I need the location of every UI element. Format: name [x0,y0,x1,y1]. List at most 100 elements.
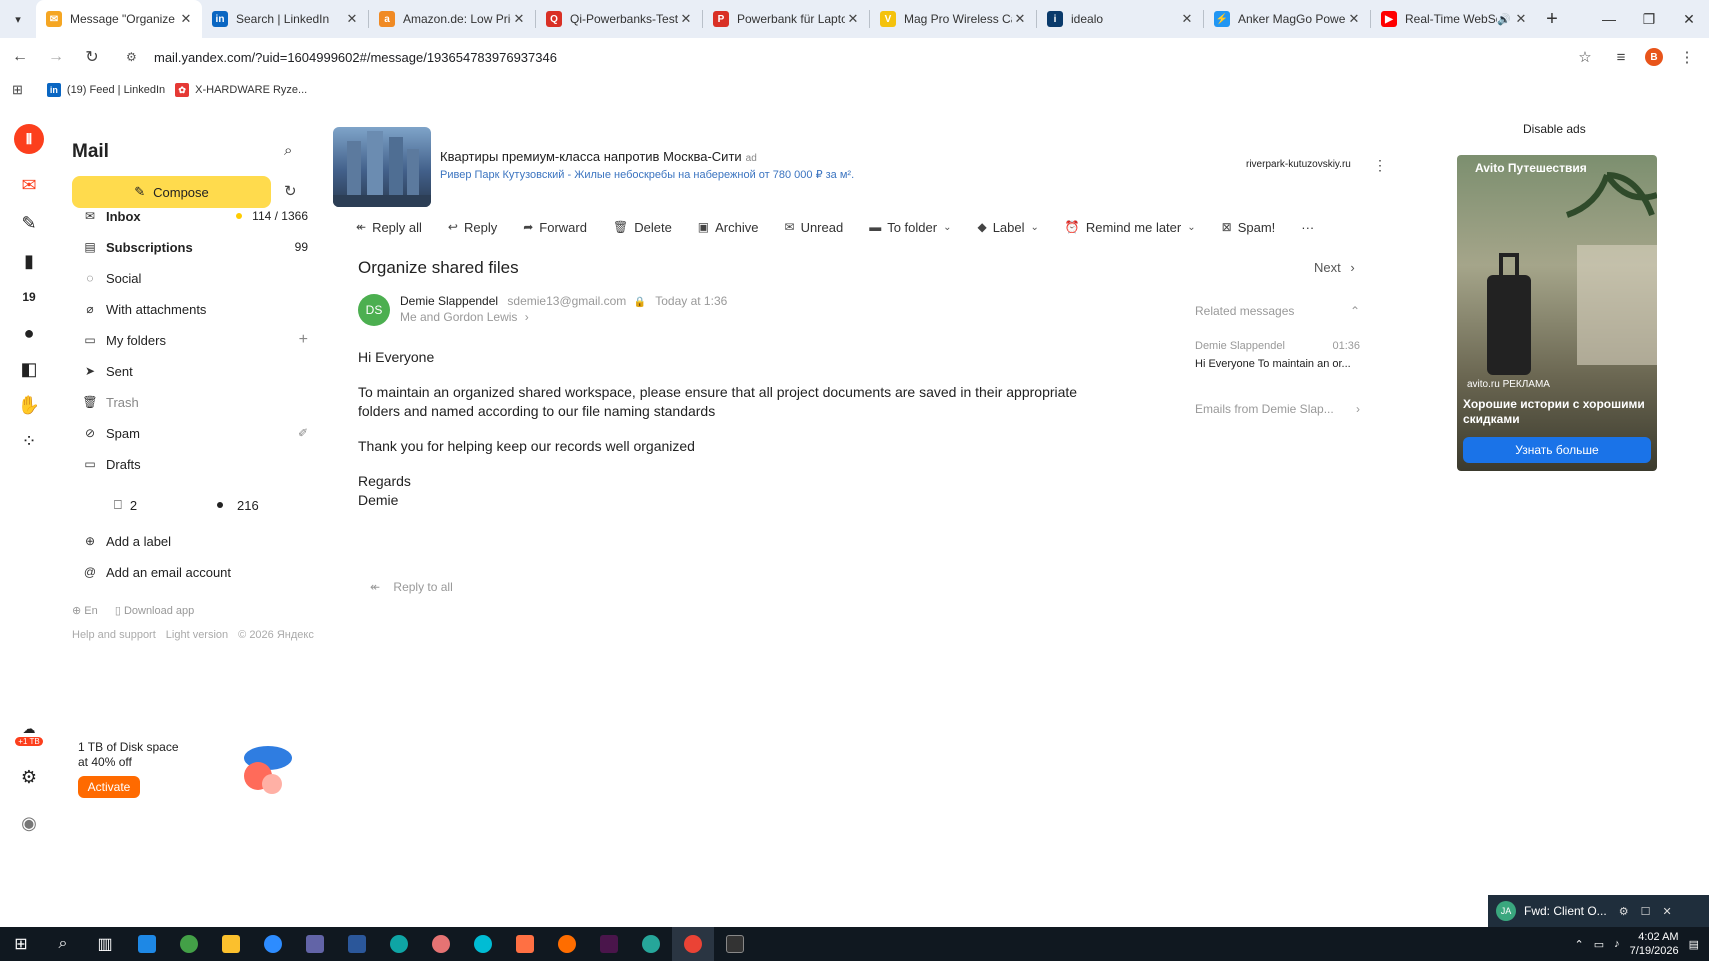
ad-more-icon[interactable]: ⋮ [1373,157,1387,174]
firefox-icon[interactable] [546,927,588,961]
address-bar[interactable]: ⚙ mail.yandex.com/?uid=1604999602#/messa… [116,41,1556,73]
bookmark-item[interactable]: in (19) Feed | LinkedIn [46,83,165,97]
top-ad-banner[interactable]: Квартиры премиум-класса напротив Москва-… [333,127,1387,207]
action-spam-button[interactable]: ⊠ Spam! [1222,220,1276,235]
browser-tab[interactable]: V Mag Pro Wireless Ca ✕ [870,0,1036,38]
next-message-link[interactable]: Next › [1314,260,1355,275]
network-icon[interactable]: ▭ [1594,938,1604,951]
disk-icon[interactable]: ▮ [14,246,44,276]
browser-tab[interactable]: ⚡ Anker MagGo Powerb ✕ [1204,0,1370,38]
quick-reply-all[interactable]: ↞ Reply to all [370,580,453,594]
action-forward-button[interactable]: ➦ Forward [523,220,587,235]
sender-avatar[interactable]: DS [358,294,390,326]
task-view-icon[interactable]: ▥ [84,927,126,961]
tab-close-icon[interactable]: ✕ [1179,11,1195,27]
tray-chevron-icon[interactable]: ⌃ [1575,938,1584,951]
new-tab-button[interactable]: + [1537,8,1567,31]
action-reply-all-button[interactable]: ↞ Reply all [356,220,422,235]
file-explorer-icon[interactable] [210,927,252,961]
close-window-icon[interactable]: ✕ [1669,0,1709,38]
menu-icon[interactable]: ⋮ [1675,41,1699,73]
volume-icon[interactable]: ♪ [1614,938,1620,950]
folder-drafts[interactable]: ▭ Drafts [82,451,308,477]
mail-title[interactable]: Mail [72,141,109,163]
notes-icon[interactable]: ◧ [14,354,44,384]
tab-close-icon[interactable]: ✕ [178,11,194,27]
bookmark-label-icon[interactable]: ⎕ [114,497,122,513]
folder-social[interactable]: ◌ Social [82,265,308,291]
tab-close-icon[interactable]: ✕ [1346,11,1362,27]
chat-settings-icon[interactable]: ⚙ [1619,905,1629,918]
chat-popup[interactable]: JA Fwd: Client O... ⚙ ☐ ✕ [1488,895,1709,927]
clear-spam-icon[interactable]: ✐ [298,426,308,440]
action-folder-button[interactable]: ▬ To folder ⌄ [869,220,951,235]
folder-with-attachments[interactable]: ⌀ With attachments [82,296,308,322]
all-services-icon[interactable]: ⁘ [14,426,44,456]
c-app-icon[interactable] [462,927,504,961]
browser-tab[interactable]: a Amazon.de: Low Pric ✕ [369,0,535,38]
ad-title[interactable]: Квартиры премиум-класса напротив Москва-… [440,149,757,164]
search-icon[interactable]: ⌕ [42,927,84,961]
dot-label-count[interactable]: 216 [237,498,259,513]
recipients-line[interactable]: Me and Gordon Lewis › [400,310,529,324]
slack-icon[interactable] [588,927,630,961]
dot-label-icon[interactable] [217,502,224,508]
xbox-icon[interactable] [168,927,210,961]
action-archive-button[interactable]: ▣ Archive [698,220,759,235]
sender-email[interactable]: sdemie13@gmail.com [507,294,626,308]
apps-grid-icon[interactable]: ⊞ [12,82,23,98]
windows-start-icon[interactable]: ⊞ [0,927,42,961]
ad-cta-button[interactable]: Узнать больше [1463,437,1651,463]
browser-tab[interactable]: ✉ Message "Organize s ✕ [36,0,202,38]
add-folder-icon[interactable]: + [299,331,308,349]
folder-trash[interactable]: 🗑 Trash [82,389,308,415]
light-version-link[interactable]: Light version [166,629,228,641]
profile-avatar[interactable]: B [1645,48,1663,66]
browser-tab[interactable]: Q Qi-Powerbanks-Test 2 ✕ [536,0,702,38]
browser-tab[interactable]: ▶ Real-Time WebSo 🔊 ✕ [1371,0,1537,38]
browser-tab[interactable]: in Search | LinkedIn ✕ [202,0,368,38]
restore-icon[interactable]: ❐ [1629,0,1669,38]
notifications-icon[interactable]: ▤ [1689,938,1699,951]
browser-tab[interactable]: i idealo ✕ [1037,0,1203,38]
tab-close-icon[interactable]: ✕ [511,11,527,27]
telemost-icon[interactable]: ✎ [14,208,44,238]
settings-gear-icon[interactable]: ⚙ [14,762,44,792]
minimize-icon[interactable]: — [1589,0,1629,38]
tab-close-icon[interactable]: ✕ [1012,11,1028,27]
tab-close-icon[interactable]: ✕ [845,11,861,27]
download-app-link[interactable]: Download app [124,605,194,617]
cursor-app-icon[interactable] [630,927,672,961]
action-envelope-button[interactable]: ✉ Unread [785,220,844,235]
chat-close-icon[interactable]: ✕ [1662,905,1671,918]
tasks-icon[interactable]: ✋ [14,390,44,420]
mail-service-icon[interactable]: ✉ [14,170,44,200]
avito-ad-card[interactable]: Avito Путешествия avito.ru РЕКЛАМА Хорош… [1457,155,1657,471]
site-info-icon[interactable]: ⚙ [126,50,146,64]
zoom-icon[interactable] [252,927,294,961]
word-icon[interactable] [336,927,378,961]
folder-subscriptions[interactable]: ▤ Subscriptions 99 [82,234,308,260]
audio-playing-icon[interactable]: 🔊 [1497,13,1513,26]
reload-button[interactable]: ↻ [76,41,108,73]
action-reminder-button[interactable]: ⏰ Remind me later ⌄ [1065,220,1196,235]
ad-building-image[interactable] [333,127,431,207]
ad-subtitle[interactable]: Ривер Парк Кутузовский - Жилые небоскреб… [440,168,854,181]
add-label-link[interactable]: ⊕ Add a label [82,528,308,554]
tab-close-icon[interactable]: ✕ [344,11,360,27]
messenger-icon[interactable]: ● [14,318,44,348]
tab-close-icon[interactable]: ✕ [1513,11,1529,27]
tab-search-button[interactable]: ▾ [0,0,36,38]
bookmark-label-count[interactable]: 2 [130,498,137,513]
teams-icon[interactable] [294,927,336,961]
action-more-button[interactable]: ··· [1301,220,1314,235]
user-avatar-icon[interactable]: ◉ [14,808,44,838]
terminal-icon[interactable] [714,927,756,961]
clock[interactable]: 4:02 AM 7/19/2026 [1630,930,1679,958]
chat-expand-icon[interactable]: ☐ [1641,905,1651,918]
language-link[interactable]: En [84,605,97,617]
activate-button[interactable]: Activate [78,776,140,798]
search-icon[interactable]: ⌕ [284,142,292,159]
back-button[interactable]: ← [4,41,36,73]
folder-my-folders[interactable]: ▭ My folders + [82,327,308,353]
